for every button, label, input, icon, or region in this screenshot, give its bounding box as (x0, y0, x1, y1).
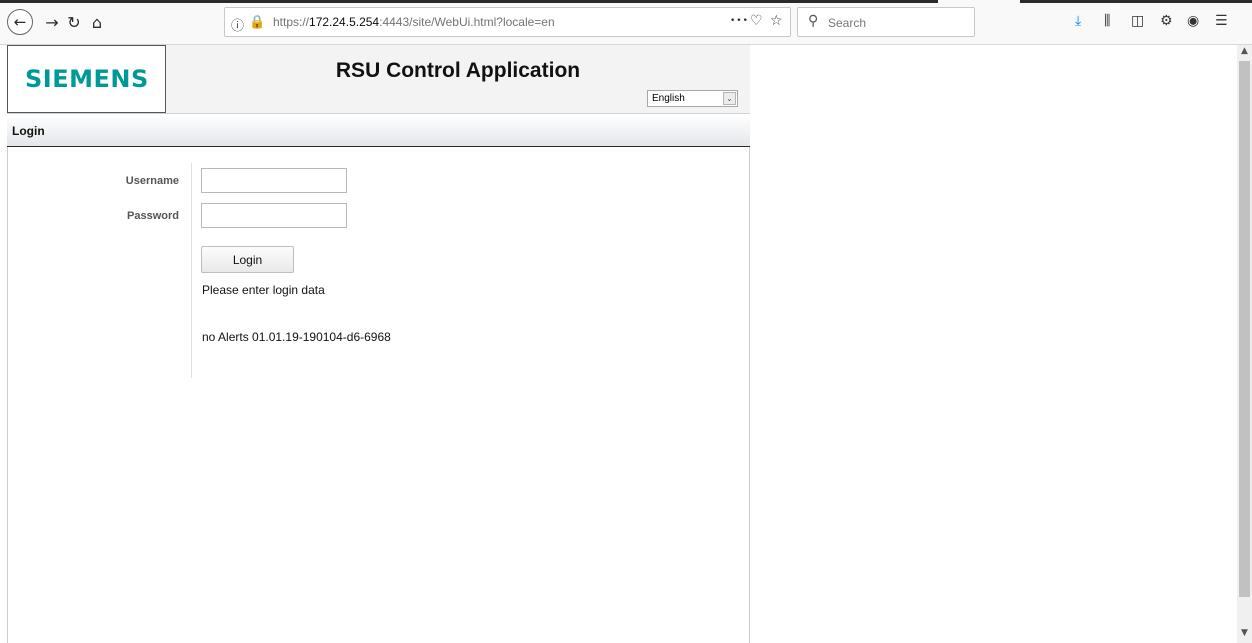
info-icon[interactable]: ⓘ (231, 15, 244, 34)
page-actions-icon[interactable]: ••• (730, 16, 749, 26)
username-field[interactable] (201, 168, 347, 193)
url-scheme: https:// (273, 15, 310, 29)
url-text[interactable]: https://172.24.5.254:4443/site/WebUi.htm… (273, 15, 555, 29)
language-selected-value: English (652, 93, 685, 104)
search-placeholder: Search (828, 16, 867, 30)
forward-icon[interactable]: → (40, 10, 64, 34)
chevron-down-icon[interactable]: ⌄ (723, 92, 736, 105)
extension-icon[interactable]: ⚙ (1160, 13, 1173, 29)
language-select[interactable]: English ⌄ (647, 90, 738, 107)
bookmark-star-icon[interactable]: ☆ (770, 13, 783, 29)
account-icon[interactable]: ◉ (1187, 13, 1199, 29)
tab-strip-line (1020, 0, 1252, 3)
back-icon[interactable]: ← (7, 9, 33, 35)
url-bar[interactable]: ⓘ 🔒 https://172.24.5.254:4443/site/WebUi… (224, 7, 791, 37)
login-panel: Username Password Login Please enter log… (7, 147, 750, 643)
search-bar[interactable]: ⚲ Search (797, 7, 975, 37)
url-host: 172.24.5.254 (309, 15, 380, 29)
siemens-logo: SIEMENS (7, 45, 166, 113)
reload-icon[interactable]: ↻ (62, 10, 86, 34)
scroll-up-icon[interactable]: ▲ (1237, 46, 1252, 60)
menu-icon[interactable]: ☰ (1215, 13, 1228, 29)
vertical-scrollbar[interactable]: ▲ ▼ (1237, 45, 1252, 643)
username-label: Username (125, 175, 179, 187)
search-icon: ⚲ (808, 13, 819, 29)
scroll-down-icon[interactable]: ▼ (1237, 628, 1252, 642)
password-label: Password (127, 210, 179, 222)
page-viewport: SIEMENS RSU Control Application English … (0, 45, 1237, 643)
rsu-app: SIEMENS RSU Control Application English … (7, 45, 750, 643)
section-title: Login (12, 124, 45, 138)
library-icon[interactable]: ⫼ (1104, 13, 1110, 29)
browser-toolbar: ← → ↻ ⌂ ⓘ 🔒 https://172.24.5.254:4443/si… (0, 0, 1252, 45)
status-message: Please enter login data (202, 283, 325, 297)
section-header: Login (7, 115, 750, 147)
download-icon[interactable]: ⤓ (1075, 13, 1081, 29)
password-field[interactable] (201, 203, 347, 228)
insecure-lock-icon[interactable]: 🔒 (249, 15, 265, 30)
scroll-thumb[interactable] (1239, 61, 1250, 597)
url-path: :4443/site/WebUi.html?locale=en (379, 15, 555, 29)
app-header: SIEMENS RSU Control Application English … (7, 45, 750, 114)
alerts-version-text: no Alerts 01.01.19-190104-d6-6968 (202, 330, 391, 344)
home-icon[interactable]: ⌂ (85, 10, 109, 34)
page-title: RSU Control Application (335, 59, 581, 82)
pocket-icon[interactable]: ♡ (750, 13, 763, 29)
login-button[interactable]: Login (201, 246, 294, 273)
form-divider (191, 163, 192, 378)
tab-strip-line (0, 0, 938, 3)
sidebar-icon[interactable]: ◫ (1131, 13, 1144, 29)
